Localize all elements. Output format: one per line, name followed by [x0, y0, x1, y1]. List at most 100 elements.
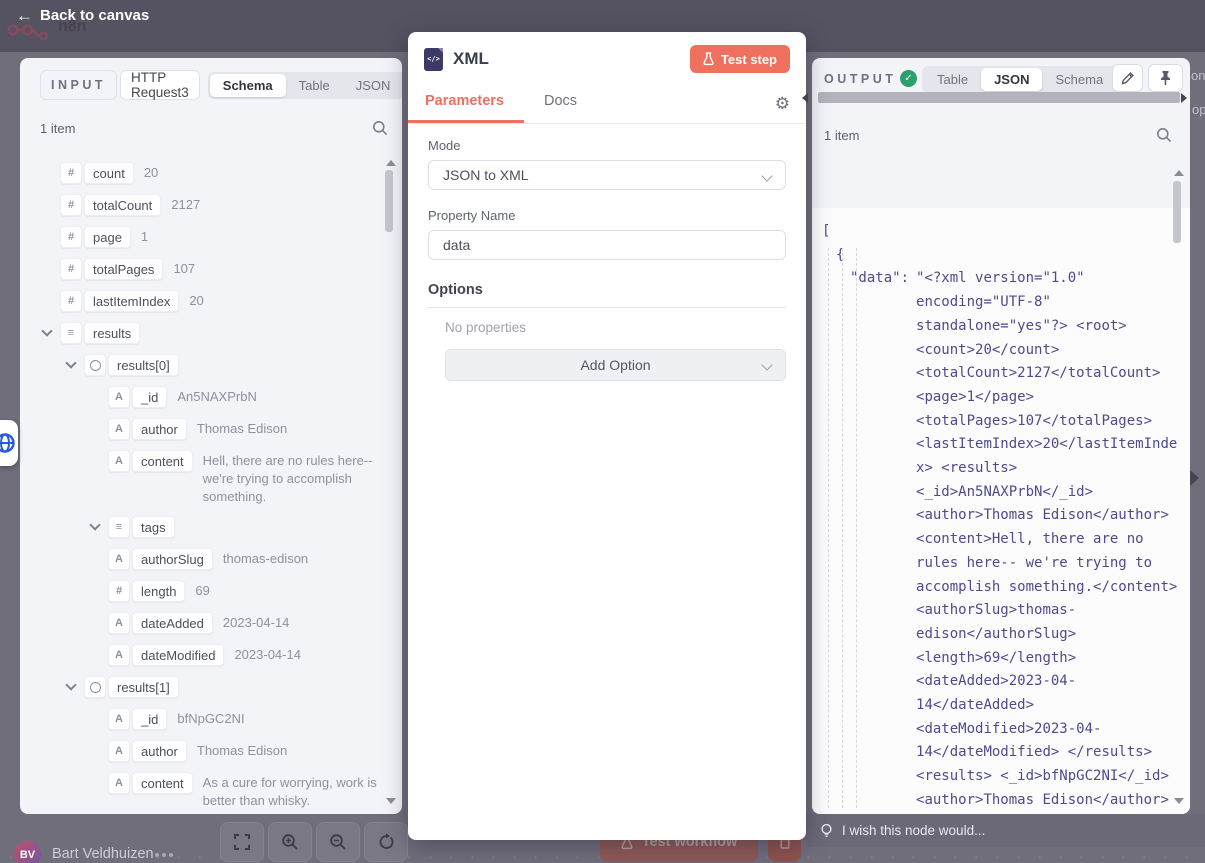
object-type-icon: [84, 354, 106, 376]
schema-row-dateAdded[interactable]: AdateAdded2023-04-14: [20, 612, 390, 634]
search-icon[interactable]: [372, 120, 388, 136]
back-label: Back to canvas: [40, 7, 149, 24]
schema-key: _id: [132, 708, 167, 730]
chevron-down-icon[interactable]: [66, 359, 76, 369]
scroll-left-arrow[interactable]: [802, 93, 808, 103]
avatar[interactable]: BV: [14, 841, 41, 863]
output-panel-title: OUTPUT: [824, 72, 896, 86]
scroll-down-arrow[interactable]: [1174, 798, 1184, 804]
array-type-icon: ≡: [108, 516, 130, 538]
mode-select[interactable]: JSON to XML: [428, 160, 786, 190]
success-check-icon: ✓: [900, 70, 917, 87]
output-tab-table[interactable]: Table: [924, 68, 981, 91]
chevron-down-icon[interactable]: [90, 521, 100, 531]
string-type-icon: A: [108, 450, 130, 472]
input-source-node-select[interactable]: HTTP Request3: [120, 70, 200, 100]
tab-parameters[interactable]: Parameters: [408, 79, 524, 123]
chevron-down-icon: [761, 359, 772, 370]
search-icon[interactable]: [1156, 127, 1172, 143]
scroll-up-arrow[interactable]: [1174, 170, 1184, 176]
json-bracket: [: [822, 223, 830, 239]
schema-row-author[interactable]: AauthorThomas Edison: [20, 418, 390, 440]
schema-row-count[interactable]: #count20: [20, 162, 390, 184]
schema-tree: #count20 #totalCount2127 #page1 #totalPages…: [20, 162, 390, 814]
schema-row-_id[interactable]: A_idbfNpGC2NI: [20, 708, 390, 730]
output-tab-json[interactable]: JSON: [981, 68, 1042, 91]
browser-extension-widget[interactable]: [0, 420, 18, 466]
schema-row-author[interactable]: AauthorThomas Edison: [20, 740, 390, 762]
schema-row-_id[interactable]: A_idAn5NAXPrbN: [20, 386, 390, 408]
schema-value: 1: [141, 226, 148, 246]
pin-icon: [1159, 70, 1172, 86]
string-type-icon: A: [108, 386, 130, 408]
input-items-count: 1 item: [40, 121, 75, 136]
schema-key: tags: [132, 516, 175, 538]
pin-data-button[interactable]: [1148, 64, 1183, 92]
chevron-down-icon[interactable]: [66, 681, 76, 691]
zoom-in-button[interactable]: [268, 822, 312, 862]
schema-value: thomas-edison: [223, 548, 308, 568]
number-type-icon: #: [108, 580, 130, 602]
chevron-down-icon: [761, 170, 772, 181]
schema-row-tags[interactable]: ≡tags: [20, 516, 390, 538]
fit-view-button[interactable]: [220, 822, 264, 862]
number-type-icon: #: [60, 162, 82, 184]
node-feedback-bar[interactable]: I wish this node would...: [806, 814, 1205, 847]
input-tab-table[interactable]: Table: [286, 74, 343, 97]
schema-row-dateModified[interactable]: AdateModified2023-04-14: [20, 644, 390, 666]
scroll-up-arrow[interactable]: [386, 160, 396, 166]
add-option-button[interactable]: Add Option: [445, 349, 786, 381]
json-output-view[interactable]: [ { "data":"<?xml version="1.0" encoding…: [812, 208, 1190, 814]
output-view-tabs: TableJSONSchema: [922, 66, 1118, 93]
schema-row-totalPages[interactable]: #totalPages107: [20, 258, 390, 280]
schema-row-content[interactable]: AcontentAs a cure for worrying, work is …: [20, 772, 390, 810]
input-tab-schema[interactable]: Schema: [210, 74, 286, 97]
schema-value: 20: [144, 162, 158, 182]
chevron-down-icon[interactable]: [42, 327, 52, 337]
schema-row-results[interactable]: ≡results: [20, 322, 390, 344]
add-option-label: Add Option: [580, 357, 650, 373]
zoom-out-icon: [329, 833, 347, 851]
schema-row-totalCount[interactable]: #totalCount2127: [20, 194, 390, 216]
background-fragment: one: [1191, 68, 1205, 83]
user-menu-icon[interactable]: [155, 853, 173, 857]
schema-row-page[interactable]: #page1: [20, 226, 390, 248]
scroll-down-arrow[interactable]: [386, 798, 396, 804]
schema-value: Thomas Edison: [197, 740, 287, 760]
schema-key: dateModified: [132, 644, 224, 666]
user-name[interactable]: Bart Veldhuizen: [52, 846, 154, 862]
schema-key: content: [132, 772, 193, 794]
edit-output-button[interactable]: [1112, 64, 1143, 92]
vertical-scrollbar[interactable]: [385, 170, 393, 232]
schema-row-content[interactable]: AcontentHell, there are no rules here-- …: [20, 450, 390, 506]
number-type-icon: #: [60, 194, 82, 216]
test-step-button[interactable]: Test step: [690, 45, 790, 73]
back-arrow-icon: ←: [16, 7, 33, 24]
back-to-canvas-link[interactable]: ← Back to canvas: [16, 7, 149, 24]
panel-expand-arrow[interactable]: [1190, 470, 1199, 486]
zoom-out-button[interactable]: [316, 822, 360, 862]
reset-zoom-icon: [377, 833, 395, 851]
schema-row-authorSlug[interactable]: AauthorSlugthomas-edison: [20, 548, 390, 570]
output-tab-schema[interactable]: Schema: [1042, 68, 1116, 91]
schema-value: 20: [189, 290, 203, 310]
schema-row-length[interactable]: #length69: [20, 580, 390, 602]
schema-value: An5NAXPrbN: [177, 386, 256, 406]
reset-zoom-button[interactable]: [364, 822, 408, 862]
property-name-input[interactable]: data: [428, 230, 786, 260]
schema-row-lastItemIndex[interactable]: #lastItemIndex 20: [20, 290, 390, 312]
schema-row-results[0][interactable]: results[0]: [20, 354, 390, 376]
horizontal-scrollbar[interactable]: [818, 92, 1180, 103]
test-step-label: Test step: [721, 52, 777, 67]
tab-docs[interactable]: Docs: [524, 79, 597, 123]
schema-key: lastItemIndex: [84, 290, 179, 312]
indent-guide: [828, 248, 829, 808]
input-tab-json[interactable]: JSON: [343, 74, 402, 97]
property-name-label: Property Name: [428, 208, 786, 223]
number-type-icon: #: [60, 290, 82, 312]
gear-icon[interactable]: ⚙: [775, 94, 790, 114]
vertical-scrollbar[interactable]: [1173, 181, 1181, 243]
fit-view-icon: [233, 833, 251, 851]
scroll-right-arrow[interactable]: [1181, 93, 1187, 103]
schema-row-results[1][interactable]: results[1]: [20, 676, 390, 698]
